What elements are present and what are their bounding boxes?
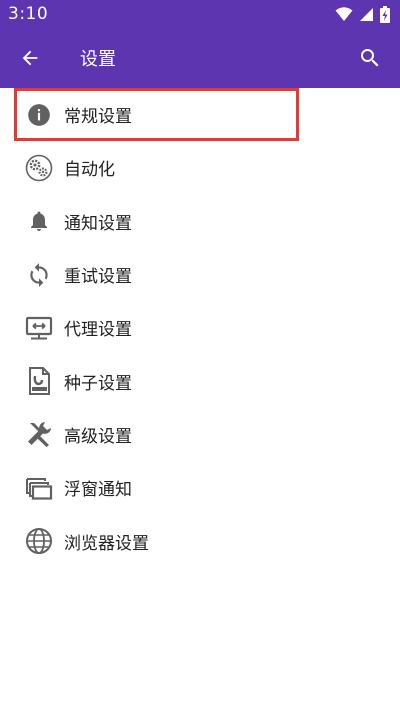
back-button[interactable] <box>14 42 46 74</box>
automation-gears-icon <box>25 154 53 182</box>
menu-item-notification-settings[interactable]: 通知设置 <box>0 195 400 248</box>
toolbar: 设置 <box>0 30 400 86</box>
wrench-screwdriver-icon <box>25 420 53 448</box>
menu-item-floating-window-notification[interactable]: 浮窗通知 <box>0 461 400 514</box>
menu-item-browser-settings[interactable]: 浏览器设置 <box>0 514 400 567</box>
menu-item-label: 自动化 <box>64 160 115 181</box>
search-button[interactable] <box>354 42 386 74</box>
arrow-back-icon <box>22 50 38 66</box>
proxy-monitor-icon <box>25 314 53 342</box>
settings-menu: 常规设置 自动化 通知设置 重试设置 代理设置 种子设置 高级设置 浮窗通知 浏… <box>0 88 400 568</box>
menu-item-label: 高级设置 <box>64 426 132 447</box>
bell-icon <box>25 207 53 235</box>
menu-item-retry-settings[interactable]: 重试设置 <box>0 248 400 301</box>
menu-item-automation[interactable]: 自动化 <box>0 141 400 194</box>
menu-item-general-settings[interactable]: 常规设置 <box>0 88 400 141</box>
status-time: 3:10 <box>8 4 49 24</box>
search-icon <box>361 49 379 67</box>
status-icons <box>335 5 390 23</box>
menu-item-label: 常规设置 <box>64 107 132 128</box>
menu-item-torrent-settings[interactable]: 种子设置 <box>0 354 400 407</box>
floating-window-icon <box>25 474 53 502</box>
battery-icon <box>380 5 390 23</box>
menu-item-advanced-settings[interactable]: 高级设置 <box>0 408 400 461</box>
info-icon <box>25 101 53 129</box>
app-bar: 3:10 设置 <box>0 0 400 88</box>
menu-item-label: 浏览器设置 <box>64 533 149 554</box>
menu-item-label: 通知设置 <box>64 213 132 234</box>
menu-item-label: 重试设置 <box>64 267 132 288</box>
menu-item-proxy-settings[interactable]: 代理设置 <box>0 301 400 354</box>
menu-item-label: 代理设置 <box>64 320 132 341</box>
status-bar: 3:10 <box>0 0 400 28</box>
globe-icon <box>25 527 53 555</box>
torrent-file-icon <box>25 367 53 396</box>
menu-item-label: 浮窗通知 <box>64 480 132 501</box>
retry-icon <box>25 261 53 289</box>
menu-item-label: 种子设置 <box>64 373 132 394</box>
wifi-icon <box>335 7 353 21</box>
page-title: 设置 <box>80 49 116 70</box>
cell-signal-icon <box>360 7 373 21</box>
